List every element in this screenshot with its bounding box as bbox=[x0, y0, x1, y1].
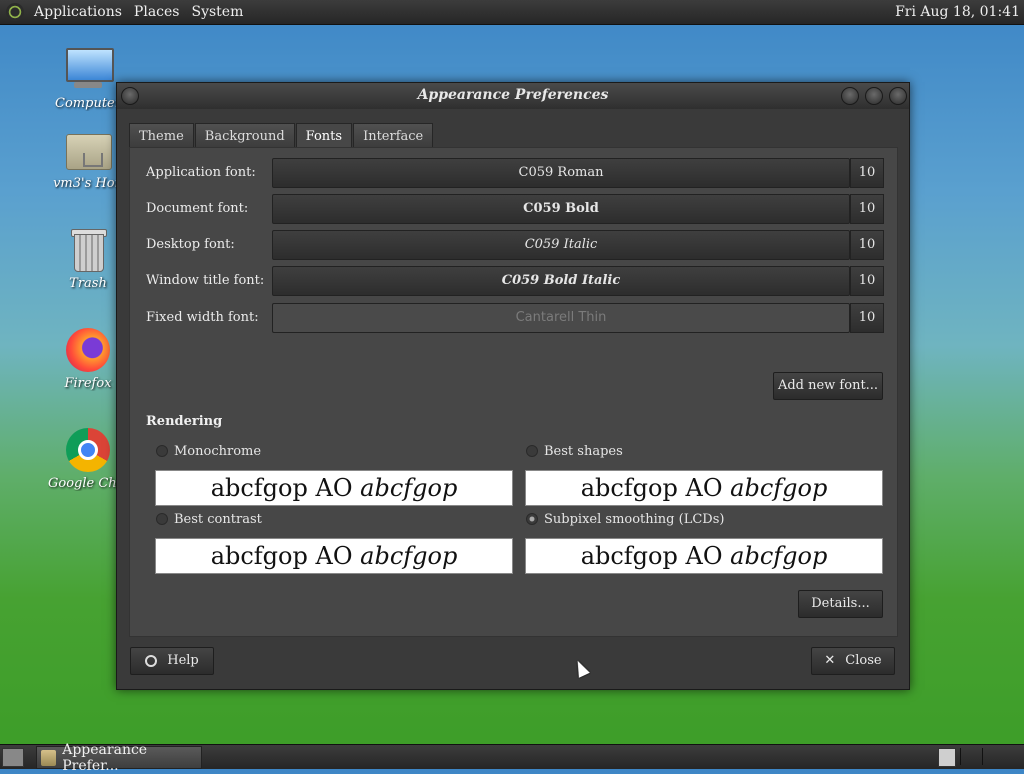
font-row-application: Application font: C059 Roman 10 bbox=[146, 158, 886, 188]
application-font-button[interactable]: C059 Roman bbox=[272, 158, 850, 188]
fixed-width-font-size[interactable]: 10 bbox=[850, 303, 884, 333]
sample-best-contrast[interactable]: abcfgop AO abcfgop bbox=[155, 538, 513, 574]
workspace-switcher-3[interactable] bbox=[982, 748, 1001, 765]
font-row-label: Desktop font: bbox=[146, 237, 235, 252]
window-title-font-size[interactable]: 10 bbox=[850, 266, 884, 296]
home-folder-icon bbox=[64, 126, 112, 174]
font-row-label: Document font: bbox=[146, 201, 249, 216]
rendering-title: Rendering bbox=[146, 414, 223, 429]
clock[interactable]: Fri Aug 18, 01:41 bbox=[895, 4, 1020, 20]
tab-bar: Theme Background Fonts Interface bbox=[129, 123, 434, 150]
bottom-taskbar: Appearance Prefer... bbox=[0, 742, 1024, 774]
details-button[interactable]: Details... bbox=[798, 590, 883, 618]
sample-best-shapes[interactable]: abcfgop AO abcfgop bbox=[525, 470, 883, 506]
trash-icon bbox=[64, 226, 112, 274]
close-window-icon[interactable] bbox=[889, 87, 907, 105]
font-row-desktop: Desktop font: C059 Italic 10 bbox=[146, 230, 886, 260]
font-row-label: Fixed width font: bbox=[146, 310, 259, 325]
window-title: Appearance Preferences bbox=[417, 87, 609, 103]
radio-button[interactable] bbox=[156, 445, 168, 457]
window-title-font-button[interactable]: C059 Bold Italic bbox=[272, 266, 850, 296]
font-row-label: Application font: bbox=[146, 165, 256, 180]
sample-monochrome[interactable]: abcfgop AO abcfgop bbox=[155, 470, 513, 506]
font-row-fixed-width: Fixed width font: Cantarell Thin 10 bbox=[146, 303, 886, 333]
appearance-preferences-window: Appearance Preferences Theme Background … bbox=[116, 82, 910, 690]
tab-interface[interactable]: Interface bbox=[353, 123, 434, 150]
minimize-icon[interactable] bbox=[841, 87, 859, 105]
appearance-app-icon bbox=[41, 749, 57, 766]
show-desktop-icon[interactable] bbox=[2, 748, 24, 767]
workspace-switcher-2[interactable] bbox=[960, 748, 979, 765]
help-icon bbox=[145, 655, 158, 667]
maximize-icon[interactable] bbox=[865, 87, 883, 105]
tab-background[interactable]: Background bbox=[194, 123, 295, 150]
radio-best-shapes[interactable]: Best shapes bbox=[526, 442, 623, 460]
application-font-size[interactable]: 10 bbox=[850, 158, 884, 188]
sample-subpixel[interactable]: abcfgop AO abcfgop bbox=[525, 538, 883, 574]
help-label: Help bbox=[167, 653, 199, 668]
close-button[interactable]: ✕ Close bbox=[811, 647, 895, 675]
radio-button-checked[interactable] bbox=[526, 513, 538, 525]
fonts-panel: Application font: C059 Roman 10 Document… bbox=[129, 147, 898, 637]
radio-subpixel[interactable]: Subpixel smoothing (LCDs) bbox=[526, 510, 724, 528]
add-new-font-button[interactable]: Add new font... bbox=[773, 372, 883, 400]
desktop-font-size[interactable]: 10 bbox=[850, 230, 884, 260]
radio-monochrome[interactable]: Monochrome bbox=[156, 442, 261, 460]
distro-logo-icon[interactable] bbox=[6, 3, 24, 21]
sample-italic-text: abcfgop bbox=[730, 474, 828, 502]
radio-button[interactable] bbox=[526, 445, 538, 457]
window-titlebar[interactable]: Appearance Preferences bbox=[117, 83, 909, 109]
taskbar-item-appearance[interactable]: Appearance Prefer... bbox=[36, 742, 202, 774]
computer-icon bbox=[64, 46, 114, 94]
sample-text: abcfgop AO bbox=[210, 542, 353, 570]
font-row-label: Window title font: bbox=[146, 273, 265, 288]
radio-button[interactable] bbox=[156, 513, 168, 525]
font-row-document: Document font: C059 Bold 10 bbox=[146, 194, 886, 224]
chrome-icon bbox=[64, 426, 112, 474]
radio-best-contrast[interactable]: Best contrast bbox=[156, 510, 262, 528]
tab-fonts[interactable]: Fonts bbox=[295, 123, 353, 150]
menu-system[interactable]: System bbox=[185, 4, 249, 20]
close-icon: ✕ bbox=[824, 653, 836, 668]
radio-label: Best shapes bbox=[544, 443, 623, 459]
font-row-window-title: Window title font: C059 Bold Italic 10 bbox=[146, 266, 886, 296]
sample-text: abcfgop AO bbox=[210, 474, 353, 502]
menu-applications[interactable]: Applications bbox=[28, 4, 128, 20]
top-panel: Applications Places System Fri Aug 18, 0… bbox=[0, 0, 1024, 25]
menu-places[interactable]: Places bbox=[128, 4, 186, 20]
tab-theme[interactable]: Theme bbox=[129, 123, 194, 150]
radio-label: Monochrome bbox=[174, 443, 262, 459]
sample-text: abcfgop AO bbox=[580, 542, 723, 570]
sample-italic-text: abcfgop bbox=[360, 474, 458, 502]
document-font-button[interactable]: C059 Bold bbox=[272, 194, 850, 224]
sample-italic-text: abcfgop bbox=[360, 542, 458, 570]
desktop-font-button[interactable]: C059 Italic bbox=[272, 230, 850, 260]
workspace-switcher-1[interactable] bbox=[938, 748, 956, 767]
fixed-width-font-button[interactable]: Cantarell Thin bbox=[272, 303, 850, 333]
taskbar-item-label: Appearance Prefer... bbox=[62, 741, 148, 774]
radio-label: Best contrast bbox=[174, 511, 262, 527]
sample-italic-text: abcfgop bbox=[730, 542, 828, 570]
document-font-size[interactable]: 10 bbox=[850, 194, 884, 224]
firefox-icon bbox=[64, 326, 112, 374]
close-label: Close bbox=[845, 653, 882, 668]
radio-label: Subpixel smoothing (LCDs) bbox=[544, 511, 725, 527]
help-button[interactable]: Help bbox=[130, 647, 214, 675]
sample-text: abcfgop AO bbox=[580, 474, 723, 502]
